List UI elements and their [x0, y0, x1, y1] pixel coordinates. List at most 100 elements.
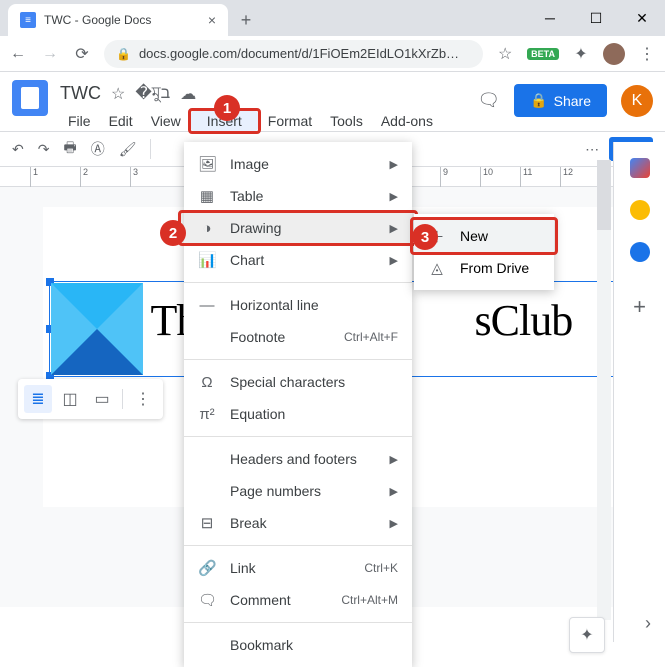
- tasks-icon[interactable]: [630, 242, 650, 262]
- move-icon[interactable]: �মুב: [135, 80, 170, 107]
- menu-edit[interactable]: Edit: [101, 111, 141, 131]
- wrap-behind-icon[interactable]: ▭: [88, 385, 116, 413]
- redo-icon[interactable]: ↷: [38, 141, 50, 158]
- doc-title[interactable]: TWC: [60, 83, 101, 104]
- menu-item-break[interactable]: ⊟Break▶: [184, 507, 412, 539]
- menu-item-drawing[interactable]: ◑Drawing▶: [184, 212, 412, 244]
- menu-item-page-numbers[interactable]: Page numbers▶: [184, 475, 412, 507]
- docs-logo-icon[interactable]: [12, 80, 48, 116]
- tab-title: TWC - Google Docs: [44, 13, 151, 27]
- scrollbar-thumb[interactable]: [597, 160, 611, 230]
- menu-addons[interactable]: Add-ons: [373, 111, 441, 131]
- app-header: TWC ☆ �মুב ☁ File Edit View Insert Forma…: [0, 72, 665, 131]
- chevron-right-icon: ▶: [390, 222, 398, 235]
- wrap-break-icon[interactable]: ◫: [56, 385, 84, 413]
- table-icon: ▦: [198, 187, 216, 205]
- ruler-tick: 9: [440, 167, 448, 187]
- menu-format[interactable]: Format: [260, 111, 320, 131]
- annotation-badge-3: 3: [412, 224, 438, 250]
- menu-file[interactable]: File: [60, 111, 99, 131]
- lock-icon: 🔒: [116, 47, 131, 61]
- window-maximize-icon[interactable]: ☐: [573, 0, 619, 36]
- window-minimize-icon[interactable]: ─: [527, 0, 573, 36]
- image-icon: 🖼: [198, 155, 216, 173]
- nav-reload-icon[interactable]: ⟳: [72, 44, 92, 64]
- nav-forward-icon: →: [40, 45, 60, 63]
- ruler-tick: 11: [520, 167, 532, 187]
- menu-item-horizontal-line[interactable]: —Horizontal line: [184, 289, 412, 321]
- paint-format-icon[interactable]: 🖌: [119, 141, 137, 158]
- menu-item-link[interactable]: 🔗LinkCtrl+K: [184, 552, 412, 584]
- window-controls: ─ ☐ ✕: [527, 0, 665, 36]
- menu-view[interactable]: View: [143, 111, 189, 131]
- menu-item-chart[interactable]: 📊Chart▶: [184, 244, 412, 276]
- calendar-icon[interactable]: [630, 158, 650, 178]
- ruler-tick: 2: [80, 167, 88, 187]
- tab-favicon-icon: ≡: [20, 12, 36, 28]
- menu-item-image[interactable]: 🖼Image▶: [184, 148, 412, 180]
- ruler-tick: 1: [30, 167, 38, 187]
- insert-menu-dropdown: 🖼Image▶ ▦Table▶ ◑Drawing▶ 📊Chart▶ —Horiz…: [184, 142, 412, 667]
- comment-icon: 🗨: [198, 591, 216, 609]
- bookmark-star-icon[interactable]: ☆: [495, 44, 515, 64]
- account-avatar[interactable]: K: [621, 85, 653, 117]
- menu-item-table[interactable]: ▦Table▶: [184, 180, 412, 212]
- tab-close-icon[interactable]: ×: [208, 12, 216, 28]
- share-button[interactable]: 🔒 Share: [514, 84, 607, 117]
- omega-icon: Ω: [198, 374, 216, 391]
- menu-item-footnote[interactable]: FootnoteCtrl+Alt+F: [184, 321, 412, 353]
- ruler-tick: 10: [480, 167, 493, 187]
- browser-menu-icon[interactable]: ⋮: [637, 44, 657, 64]
- ruler-tick: 12: [560, 167, 573, 187]
- browser-tab[interactable]: ≡ TWC - Google Docs ×: [8, 4, 228, 36]
- profile-avatar-icon[interactable]: [603, 43, 625, 65]
- wrap-inline-icon[interactable]: ≣: [24, 385, 52, 413]
- chevron-right-icon: ▶: [390, 158, 398, 171]
- menu-item-equation[interactable]: π²Equation: [184, 398, 412, 430]
- explore-button[interactable]: ✦: [569, 617, 605, 653]
- undo-icon[interactable]: ↶: [12, 141, 24, 158]
- collapse-panel-icon[interactable]: ›: [645, 613, 651, 634]
- cloud-saved-icon[interactable]: ☁: [180, 84, 196, 104]
- menu-tools[interactable]: Tools: [322, 111, 371, 131]
- pi-icon: π²: [198, 406, 216, 423]
- image-options-toolbar: ≣ ◫ ▭ ⋮: [18, 379, 163, 419]
- chevron-right-icon: ▶: [390, 453, 398, 466]
- open-comments-icon[interactable]: 🗨: [477, 90, 500, 111]
- chevron-right-icon: ▶: [390, 485, 398, 498]
- menu-item-comment[interactable]: 🗨CommentCtrl+Alt+M: [184, 584, 412, 616]
- twc-logo-icon: [51, 283, 143, 375]
- menu-item-special-chars[interactable]: ΩSpecial characters: [184, 366, 412, 398]
- more-toolbar-icon[interactable]: ⋯: [585, 141, 599, 158]
- new-tab-button[interactable]: +: [232, 6, 260, 34]
- share-label: Share: [554, 93, 591, 109]
- link-icon: 🔗: [198, 559, 216, 577]
- spellcheck-icon[interactable]: Ⓐ: [91, 139, 105, 159]
- extensions-icon[interactable]: ✦: [571, 44, 591, 64]
- chevron-right-icon: ▶: [390, 254, 398, 267]
- url-field[interactable]: 🔒 docs.google.com/document/d/1FiOEm2EIdL…: [104, 40, 483, 68]
- beta-badge: BETA: [527, 48, 559, 60]
- add-addon-icon[interactable]: +: [633, 294, 646, 320]
- lock-share-icon: 🔒: [530, 92, 547, 109]
- doc-title-row: TWC ☆ �মুב ☁: [60, 80, 477, 107]
- image-more-icon[interactable]: ⋮: [129, 385, 157, 413]
- keep-icon[interactable]: [630, 200, 650, 220]
- print-icon[interactable]: 🖶: [63, 137, 76, 161]
- menu-item-headers-footers[interactable]: Headers and footers▶: [184, 443, 412, 475]
- star-icon[interactable]: ☆: [111, 84, 125, 104]
- break-icon: ⊟: [198, 514, 216, 532]
- hr-icon: —: [198, 297, 216, 314]
- window-close-icon[interactable]: ✕: [619, 0, 665, 36]
- vertical-scrollbar[interactable]: [597, 160, 611, 620]
- nav-back-icon[interactable]: ←: [8, 45, 28, 63]
- chevron-right-icon: ▶: [390, 517, 398, 530]
- menu-item-bookmark[interactable]: Bookmark: [184, 629, 412, 661]
- url-text: docs.google.com/document/d/1FiOEm2EIdLO1…: [139, 46, 459, 61]
- chevron-right-icon: ▶: [390, 190, 398, 203]
- chart-icon: 📊: [198, 251, 216, 269]
- side-panel: + ›: [613, 142, 665, 642]
- submenu-item-from-drive[interactable]: ◬From Drive: [414, 252, 554, 284]
- annotation-badge-1: 1: [214, 95, 240, 121]
- drawing-submenu: ＋New ◬From Drive: [414, 214, 554, 290]
